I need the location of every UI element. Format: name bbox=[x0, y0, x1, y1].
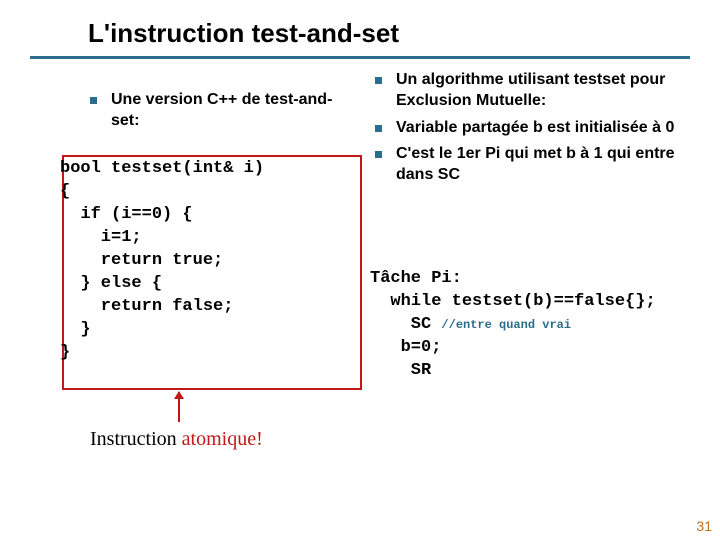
square-bullet-icon bbox=[375, 77, 382, 84]
bullet-text: C'est le 1er Pi qui met b à 1 qui entre … bbox=[396, 144, 705, 186]
bullet-text: Une version C++ de test-and-set: bbox=[111, 90, 360, 132]
title-underline bbox=[30, 52, 690, 59]
left-column: Une version C++ de test-and-set: bbox=[90, 90, 360, 138]
square-bullet-icon bbox=[375, 151, 382, 158]
square-bullet-icon bbox=[375, 125, 382, 132]
code-comment: //entre quand vrai bbox=[441, 318, 571, 332]
bullet-text: Variable partagée b est initialisée à 0 bbox=[396, 118, 674, 139]
page-number: 31 bbox=[696, 518, 712, 534]
bullet-item: Un algorithme utilisant testset pour Exc… bbox=[375, 70, 705, 112]
bullet-item: Variable partagée b est initialisée à 0 bbox=[375, 118, 705, 139]
square-bullet-icon bbox=[90, 97, 97, 104]
bullet-item: C'est le 1er Pi qui met b à 1 qui entre … bbox=[375, 144, 705, 186]
bullet-item: Une version C++ de test-and-set: bbox=[90, 90, 360, 132]
right-column: Un algorithme utilisant testset pour Exc… bbox=[375, 70, 705, 192]
code-block-left: bool testset(int& i) { if (i==0) { i=1; … bbox=[60, 158, 264, 364]
bullet-text: Un algorithme utilisant testset pour Exc… bbox=[396, 70, 705, 112]
arrow-up-icon bbox=[178, 392, 180, 422]
caption: Instruction atomique! bbox=[90, 428, 263, 451]
caption-text: Instruction bbox=[90, 428, 182, 450]
code-post: b=0; SR bbox=[370, 338, 441, 380]
caption-emphasis: atomique! bbox=[182, 428, 263, 450]
code-block-right: Tâche Pi: while testset(b)==false{}; SC … bbox=[370, 268, 656, 383]
slide-title: L'instruction test-and-set bbox=[88, 18, 399, 49]
